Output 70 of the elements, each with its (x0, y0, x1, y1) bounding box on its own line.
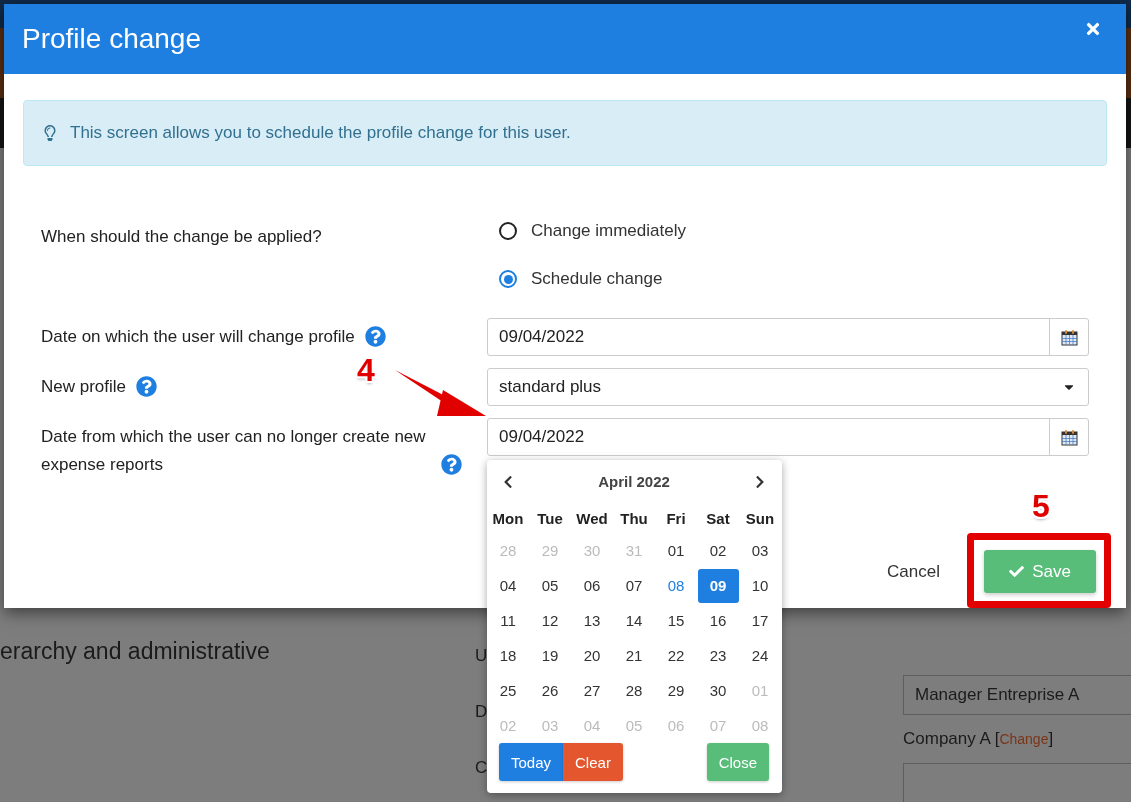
calendar-icon (1060, 428, 1078, 446)
calendar-day[interactable]: 10 (739, 568, 781, 603)
calendar-day[interactable]: 11 (487, 603, 529, 638)
calendar-day[interactable]: 04 (487, 568, 529, 603)
clear-button[interactable]: Clear (563, 743, 623, 781)
profile-select[interactable]: standard plus (487, 368, 1089, 406)
today-button[interactable]: Today (499, 743, 564, 781)
question-label: When should the change be applied? (41, 226, 323, 248)
input-field[interactable] (903, 763, 1131, 802)
calendar-day[interactable]: 05 (529, 568, 571, 603)
calendar-day[interactable]: 14 (613, 603, 655, 638)
calendar-day[interactable]: 07 (613, 568, 655, 603)
weekday-label: Sat (705, 508, 731, 529)
calendar-day[interactable]: 03 (739, 533, 781, 568)
dialog-title: Profile change (22, 23, 201, 55)
calendar-day[interactable]: 30 (697, 673, 739, 708)
weekday-label: Tue (536, 508, 564, 529)
step-number: 5 (1032, 488, 1050, 525)
calendar-day[interactable]: 01 (655, 533, 697, 568)
field-label: D (475, 702, 488, 722)
calendar-day[interactable]: 17 (739, 603, 781, 638)
calendar-day[interactable]: 18 (487, 638, 529, 673)
calendar-day[interactable]: 26 (529, 673, 571, 708)
section-heading: erarchy and administrative (0, 638, 270, 666)
field-label: Date from which the user can no longer create new expense reports (41, 426, 427, 476)
weekday-label: Mon (491, 508, 525, 529)
weekday-label: Wed (575, 508, 609, 529)
radio-button[interactable] (499, 270, 517, 288)
lightbulb-icon (42, 125, 58, 141)
calendar-day[interactable]: 06 (571, 568, 613, 603)
calendar-day[interactable]: 22 (655, 638, 697, 673)
date-field[interactable]: 09/04/2022 (487, 418, 1089, 456)
cancel-button[interactable]: Cancel (887, 561, 940, 582)
calendar-day[interactable]: 12 (529, 603, 571, 638)
calendar-day[interactable]: 27 (571, 673, 613, 708)
weekday-label: Sun (744, 508, 776, 529)
radio-option[interactable]: Change immediately (499, 220, 1089, 242)
calendar-day[interactable]: 08 (655, 568, 697, 603)
manager-field[interactable]: Manager Entreprise A (903, 675, 1131, 715)
info-text: This screen allows you to schedule the profile change for this user. (70, 123, 571, 143)
calendar-day[interactable]: 16 (697, 603, 739, 638)
radio-option[interactable]: Schedule change (499, 268, 1089, 290)
weekday-label: Fri (665, 508, 687, 529)
calendar-day[interactable]: 15 (655, 603, 697, 638)
field-label: New profile (41, 376, 127, 398)
calendar-day[interactable]: 02 (697, 533, 739, 568)
field-label: U (475, 646, 488, 666)
calendar-icon (1060, 328, 1078, 346)
calendar-day[interactable]: 29 (655, 673, 697, 708)
company-text: Company A [Change] (903, 729, 1055, 749)
field-label: Date on which the user will change profile (41, 326, 355, 348)
check-icon (1009, 564, 1025, 579)
field-label: C (475, 758, 488, 778)
radio-button[interactable] (499, 222, 517, 240)
calendar-day[interactable]: 23 (697, 638, 739, 673)
calendar-day[interactable]: 25 (487, 673, 529, 708)
step-number: 4 (357, 352, 375, 389)
calendar-day[interactable]: 09 (697, 568, 739, 603)
calendar-day[interactable]: 20 (571, 638, 613, 673)
calendar-day[interactable]: 28 (613, 673, 655, 708)
calendar-day[interactable]: 19 (529, 638, 571, 673)
help-icon[interactable] (136, 376, 158, 397)
help-icon[interactable] (364, 326, 386, 347)
date-field[interactable]: 09/04/2022 (487, 318, 1089, 356)
calendar-day[interactable]: 13 (571, 603, 613, 638)
month-title: April 2022 (598, 473, 670, 490)
calendar-day[interactable]: 21 (613, 638, 655, 673)
weekday-label: Thu (619, 508, 649, 529)
help-icon[interactable] (441, 454, 462, 475)
calendar-day[interactable]: 24 (739, 638, 781, 673)
